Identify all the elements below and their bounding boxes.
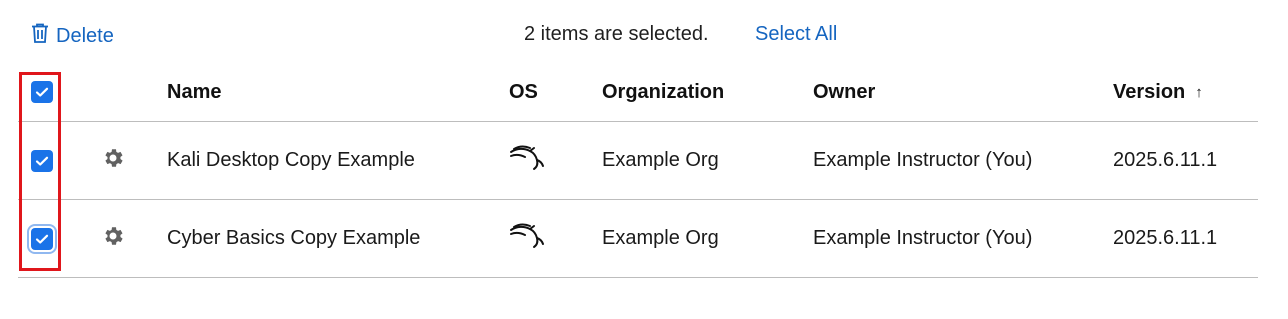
table-row[interactable]: Kali Desktop Copy Example Example Org Ex…: [18, 122, 1258, 200]
delete-label: Delete: [56, 24, 114, 47]
column-header-name[interactable]: Name: [167, 63, 221, 121]
row-os: [509, 200, 545, 277]
checkmark-icon: [35, 156, 49, 166]
column-header-owner[interactable]: Owner: [813, 63, 875, 121]
column-header-version-label: Version: [1113, 80, 1186, 103]
row-version: 2025.6.11.1: [1113, 227, 1218, 249]
delete-button[interactable]: Delete: [30, 22, 114, 50]
select-all-checkbox[interactable]: [31, 81, 53, 103]
row-name[interactable]: Cyber Basics Copy Example: [167, 200, 420, 277]
column-header-os[interactable]: OS: [509, 63, 538, 121]
select-all-link[interactable]: Select All: [755, 23, 837, 46]
row-settings-cell: [100, 200, 126, 277]
selection-status: 2 items are selected.: [524, 23, 709, 45]
table-row[interactable]: Cyber Basics Copy Example Example Org Ex…: [18, 200, 1258, 278]
column-header-organization[interactable]: Organization: [602, 63, 724, 121]
bulk-action-toolbar: Delete 2 items are selected. Select All: [0, 0, 1288, 70]
row-owner: Example Instructor (You): [813, 149, 1033, 171]
row-name[interactable]: Kali Desktop Copy Example: [167, 122, 415, 199]
table-header-row: Name OS Organization Owner Version ↑: [18, 63, 1258, 122]
row-version: 2025.6.11.1: [1113, 149, 1218, 171]
gear-icon[interactable]: [101, 146, 125, 176]
column-header-version[interactable]: Version ↑: [1113, 63, 1203, 121]
kali-linux-dragon-icon: [509, 221, 545, 257]
trash-icon: [30, 22, 50, 50]
checkmark-icon: [35, 87, 49, 97]
row-checkbox[interactable]: [31, 227, 53, 250]
row-organization: Example Org: [602, 227, 719, 249]
kali-linux-dragon-icon: [509, 143, 545, 179]
images-table: Name OS Organization Owner Version ↑ Kal…: [18, 63, 1258, 278]
gear-icon[interactable]: [101, 224, 125, 254]
row-checkbox[interactable]: [31, 149, 53, 172]
row-organization: Example Org: [602, 149, 719, 171]
checkmark-icon: [35, 234, 49, 244]
row-os: [509, 122, 545, 199]
row-owner: Example Instructor (You): [813, 227, 1033, 249]
row-checkbox-cell: [29, 200, 55, 277]
row-settings-cell: [100, 122, 126, 199]
sort-ascending-icon: ↑: [1195, 83, 1203, 101]
select-all-checkbox-cell: [29, 63, 55, 121]
row-checkbox-cell: [29, 122, 55, 199]
